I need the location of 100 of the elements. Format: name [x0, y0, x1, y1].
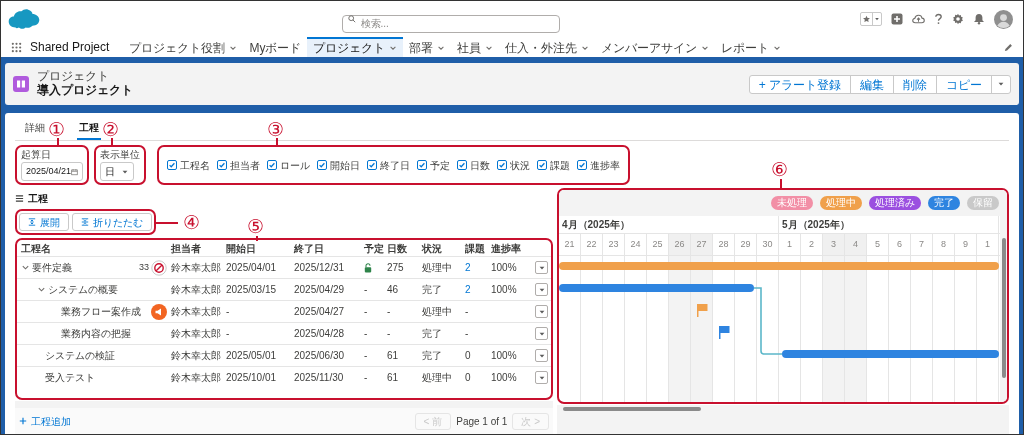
- table-cell-text: 鈴木幸太郎: [171, 349, 222, 363]
- table-cell-text: 鈴木幸太郎: [171, 327, 222, 341]
- table-cell-text: 2025/04/27: [294, 305, 346, 319]
- day-label: 24: [630, 237, 641, 251]
- nav-tab[interactable]: レポート: [715, 37, 788, 57]
- count-label: 33: [139, 260, 149, 274]
- checkbox-label: 終了日: [380, 158, 410, 173]
- day-label: 22: [586, 237, 597, 251]
- table-cell-text: -: [226, 305, 231, 319]
- column-header: 日数: [387, 241, 408, 256]
- table-cell-text: -: [387, 327, 392, 341]
- section-title: 工程: [28, 191, 48, 206]
- table-cell-text: -: [465, 327, 469, 341]
- table-cell-text: -: [364, 327, 368, 341]
- toolbar-button[interactable]: 折りたたむ: [72, 213, 152, 231]
- day-label: 28: [718, 237, 729, 251]
- callout-number: ①: [48, 120, 65, 139]
- checkbox-label: 予定: [430, 158, 450, 173]
- checkbox-label: 工程名: [180, 158, 210, 173]
- table-cell-text: 0: [465, 349, 471, 363]
- toolbar-button[interactable]: 展開: [19, 213, 69, 231]
- day-label: 5: [875, 237, 880, 251]
- unit-select[interactable]: 日: [100, 162, 134, 181]
- status-legend-pill: 完了: [928, 196, 960, 210]
- column-header: 予定: [364, 241, 385, 256]
- day-label: 6: [897, 237, 902, 251]
- table-cell-text: 2025/12/31: [294, 261, 346, 275]
- column-header: 課題: [465, 241, 486, 256]
- tab[interactable]: 詳細: [23, 120, 47, 140]
- table-cell-text: 処理中: [422, 305, 453, 319]
- day-label: 8: [941, 237, 946, 251]
- checkbox-label: 進捗率: [590, 158, 620, 173]
- table-cell-text: 鈴木幸太郎: [171, 261, 222, 275]
- nav-tab[interactable]: メンバーアサイン: [595, 37, 716, 57]
- nav-tab[interactable]: プロジェクト: [307, 37, 404, 57]
- table-cell-text: -: [364, 283, 368, 297]
- table-cell-text: 処理中: [422, 371, 453, 385]
- day-label: 23: [608, 237, 619, 251]
- issue-count-link[interactable]: 2: [465, 260, 471, 275]
- table-cell-text: -: [465, 305, 469, 319]
- action-button[interactable]: + アラート登録: [749, 75, 851, 93]
- table-cell-text: 鈴木幸太郎: [171, 305, 222, 319]
- checkbox-label: 課題: [550, 158, 570, 173]
- table-cell-text: -: [364, 371, 368, 385]
- table-cell-text: 完了: [422, 327, 443, 341]
- issue-count-link[interactable]: 2: [465, 282, 471, 297]
- callout-number: ②: [102, 120, 119, 139]
- table-cell-text: -: [364, 349, 368, 363]
- table-cell-text: 業務内容の把握: [61, 327, 131, 341]
- month-label: 4月（2025年）: [562, 218, 630, 232]
- day-label: 21: [564, 237, 575, 251]
- nav-tab[interactable]: プロジェクト役割: [123, 37, 244, 57]
- nav-tab[interactable]: 社員: [451, 37, 500, 57]
- action-button[interactable]: 削除: [894, 75, 937, 93]
- date-field[interactable]: 2025/04/21: [21, 162, 83, 181]
- table-cell-text: 46: [387, 283, 400, 297]
- table-cell-text: 2025/04/28: [294, 327, 346, 341]
- table-cell-text: 61: [387, 349, 400, 363]
- table-cell-text: -: [387, 305, 392, 319]
- table-cell-text: 2025/04/01: [226, 261, 278, 275]
- field-label: 表示単位: [100, 149, 140, 161]
- table-cell-text: 275: [387, 261, 405, 275]
- callout-number: ④: [183, 213, 200, 232]
- table-cell-text: 鈴木幸太郎: [171, 283, 222, 297]
- status-legend-pill: 未処理: [771, 196, 813, 210]
- callout-number: ③: [267, 120, 284, 139]
- column-header: 工程名: [21, 241, 52, 256]
- column-header: 開始日: [226, 241, 257, 256]
- nav-tab[interactable]: 部署: [403, 37, 452, 57]
- day-label: 27: [696, 237, 707, 251]
- page-indicator: Page 1 of 1: [456, 414, 508, 429]
- column-header: 状況: [422, 241, 443, 256]
- table-cell-text: システムの概要: [48, 283, 118, 297]
- day-label: 7: [919, 237, 924, 251]
- day-label: 4: [853, 237, 858, 251]
- status-legend-pill: 処理中: [820, 196, 862, 210]
- day-label: 1: [985, 237, 990, 251]
- day-label: 26: [674, 237, 685, 251]
- table-cell-text: 100%: [491, 349, 517, 363]
- table-cell-text: 100%: [491, 283, 517, 297]
- status-legend-pill: 処理済み: [869, 196, 921, 210]
- nav-tab[interactable]: 仕入・外注先: [499, 37, 596, 57]
- action-button[interactable]: コピー: [937, 75, 992, 93]
- action-button[interactable]: 編集: [851, 75, 894, 93]
- nav-tab[interactable]: Myボード: [243, 37, 308, 57]
- add-link[interactable]: 工程追加: [19, 413, 71, 429]
- checkbox-label: 担当者: [230, 158, 260, 173]
- table-cell-text: 鈴木幸太郎: [171, 371, 222, 385]
- field-label: 起算日: [21, 149, 52, 161]
- day-label: 29: [740, 237, 751, 251]
- table-cell-text: 100%: [491, 261, 517, 275]
- record-type: プロジェクト: [37, 70, 110, 84]
- table-cell-text: 100%: [491, 371, 517, 385]
- table-cell-text: 2025/03/15: [226, 283, 278, 297]
- table-cell-text: 2025/05/01: [226, 349, 278, 363]
- column-header: 終了日: [294, 241, 325, 256]
- table-cell-text: 2025/06/30: [294, 349, 346, 363]
- table-cell-text: 61: [387, 371, 400, 385]
- search-field[interactable]: 検索...: [341, 14, 560, 33]
- day-label: 2: [809, 237, 814, 251]
